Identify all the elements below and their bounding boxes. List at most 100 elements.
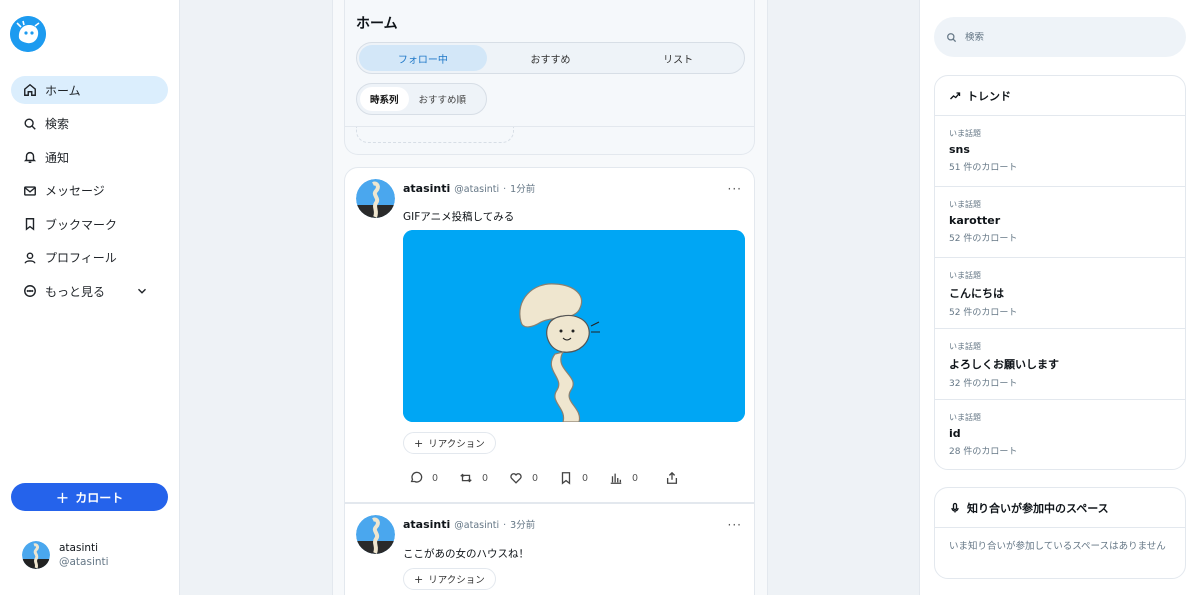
plus-icon: + [414, 572, 424, 586]
nav-messages[interactable]: メッセージ [11, 177, 168, 205]
views-count: 0 [632, 472, 639, 484]
trends-card: トレンド いま話題 sns 51 件のカロート いま話題 karotter 52… [934, 75, 1186, 470]
reaction-button[interactable]: + リアクション [403, 432, 496, 454]
views-button[interactable]: 0 [609, 471, 659, 485]
bookmark-button[interactable]: 0 [559, 471, 609, 485]
nav-more-label: もっと見る [45, 284, 106, 299]
spaces-header: 知り合いが参加中のスペース [935, 488, 1185, 528]
left-sidebar: ホーム 検索 通知 メッセージ ブックマーク プロフィール もっと見る + カロ… [0, 0, 180, 595]
trend-label: いま話題 [949, 413, 981, 422]
trend-label: いま話題 [949, 271, 981, 280]
nav-profile[interactable]: プロフィール [11, 244, 168, 272]
trend-count: 28 件のカロート [949, 447, 1018, 457]
post-card[interactable]: atasinti @atasinti · 1分前 ··· GIFアニメ投稿してみ… [344, 167, 755, 503]
mic-icon [951, 502, 959, 512]
timeline-header: ホーム フォロー中 おすすめ リスト 時系列 おすすめ順 [344, 0, 755, 155]
sort-chronological[interactable]: 時系列 [360, 87, 409, 111]
post-time[interactable]: 3分前 [510, 517, 535, 531]
page-title: ホーム [356, 16, 398, 32]
post-text: ここがあの女のハウスね！ [403, 548, 529, 560]
trend-topic: よろしくお願いします [949, 358, 1059, 371]
more-options-icon[interactable]: ··· [728, 518, 742, 532]
post-button[interactable]: + カロート [11, 483, 168, 511]
trend-item[interactable]: いま話題 sns 51 件のカロート [935, 116, 1185, 187]
home-icon [22, 82, 38, 98]
nav-search-label: 検索 [45, 117, 70, 131]
more-circle-icon [22, 283, 38, 299]
search-input[interactable] [965, 31, 1165, 43]
repost-icon [460, 473, 472, 483]
account-handle: @atasinti [59, 556, 109, 568]
reply-button[interactable]: 0 [409, 471, 459, 485]
trend-topic: こんにちは [949, 287, 1004, 300]
trend-topic: sns [949, 143, 970, 156]
post-actions: 0 0 0 0 0 [409, 471, 715, 485]
trend-item[interactable]: いま話題 karotter 52 件のカロート [935, 187, 1185, 258]
post-username[interactable]: atasinti [403, 518, 450, 531]
like-button[interactable]: 0 [509, 471, 559, 485]
nav-messages-label: メッセージ [45, 184, 105, 198]
account-switcher[interactable]: atasinti @atasinti [22, 541, 109, 569]
post-card[interactable]: atasinti @atasinti · 3分前 ··· ここがあの女のハウスね… [344, 503, 755, 595]
bookmark-icon [561, 472, 571, 485]
avatar[interactable] [356, 179, 395, 218]
plus-icon: + [55, 487, 70, 507]
spaces-card: 知り合いが参加中のスペース いま知り合いが参加しているスペースはありません [934, 487, 1186, 579]
trend-count: 52 件のカロート [949, 308, 1018, 318]
nav-notifications-label: 通知 [45, 150, 70, 165]
sort-toggle: 時系列 おすすめ順 [356, 83, 487, 115]
reaction-label: リアクション [428, 575, 485, 586]
separator-dot: · [503, 520, 507, 531]
reply-count: 0 [432, 472, 439, 484]
trending-icon [950, 91, 961, 99]
nav-notifications[interactable]: 通知 [11, 143, 168, 171]
trend-label: いま話題 [949, 129, 981, 138]
user-icon [22, 250, 38, 266]
post-button-label: カロート [75, 490, 124, 505]
sort-recommended[interactable]: おすすめ順 [409, 87, 477, 111]
share-icon [666, 471, 678, 484]
mail-icon [22, 183, 38, 199]
bell-icon [22, 149, 38, 165]
search-bar[interactable] [934, 17, 1186, 57]
trend-topic: id [949, 427, 961, 440]
plus-icon: + [414, 436, 424, 450]
nav-more[interactable]: もっと見る [11, 277, 168, 305]
trend-count: 51 件のカロート [949, 163, 1018, 173]
reaction-button[interactable]: + リアクション [403, 568, 496, 590]
trend-item[interactable]: いま話題 よろしくお願いします 32 件のカロート [935, 329, 1185, 400]
post-meta: atasinti @atasinti · 3分前 [403, 517, 535, 531]
tab-recommended[interactable]: おすすめ [487, 45, 615, 71]
app-logo[interactable] [10, 16, 46, 52]
trend-label: いま話題 [949, 342, 981, 351]
composer-edge [356, 127, 514, 143]
avatar [22, 541, 50, 569]
repost-button[interactable]: 0 [459, 471, 509, 485]
post-username[interactable]: atasinti [403, 182, 450, 195]
tab-lists[interactable]: リスト [614, 45, 742, 71]
heart-icon [510, 473, 522, 484]
avatar[interactable] [356, 515, 395, 554]
post-time[interactable]: 1分前 [510, 181, 535, 195]
repost-count: 0 [482, 472, 489, 484]
nav-bookmarks[interactable]: ブックマーク [11, 210, 168, 238]
post-media-gif[interactable] [403, 230, 745, 422]
bar-chart-icon [610, 473, 622, 484]
reply-icon [410, 471, 423, 483]
nav-home[interactable]: ホーム [11, 76, 168, 104]
more-options-icon[interactable]: ··· [728, 182, 742, 196]
spaces-empty-text: いま知り合いが参加しているスペースはありません [949, 541, 1166, 552]
account-name: atasinti [59, 542, 99, 554]
trend-item[interactable]: いま話題 こんにちは 52 件のカロート [935, 258, 1185, 329]
trend-item[interactable]: いま話題 id 28 件のカロート [935, 400, 1185, 469]
nav-search[interactable]: 検索 [11, 110, 168, 138]
trends-header: トレンド [935, 76, 1185, 116]
like-count: 0 [532, 472, 539, 484]
nav-profile-label: プロフィール [45, 251, 117, 265]
tab-following[interactable]: フォロー中 [359, 45, 487, 71]
share-button[interactable] [665, 471, 715, 485]
post-handle: @atasinti [454, 520, 500, 531]
timeline-tabs: フォロー中 おすすめ リスト [356, 42, 745, 74]
bookmark-icon [22, 216, 38, 232]
trend-topic: karotter [949, 214, 1001, 227]
